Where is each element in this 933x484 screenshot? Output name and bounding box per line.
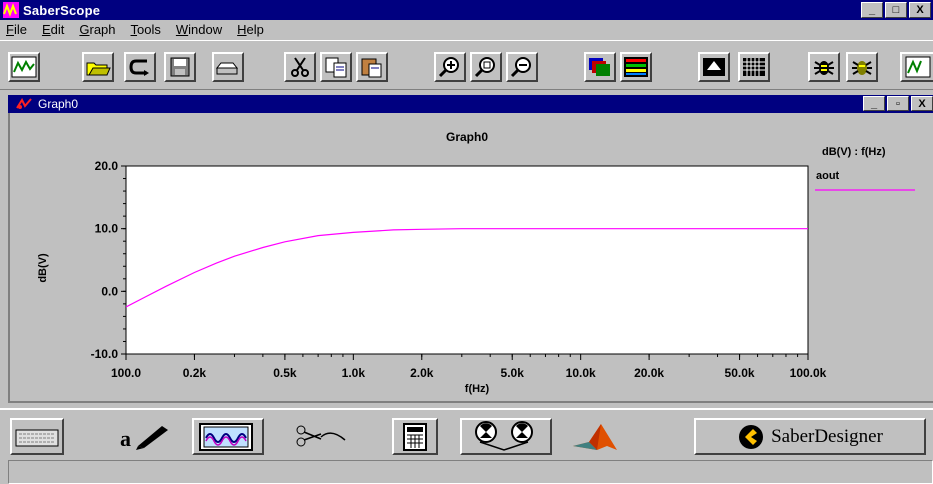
x-axis-label: f(Hz) xyxy=(465,383,490,395)
y-axis-label: dB(V) xyxy=(37,253,49,283)
paste-icon xyxy=(361,58,382,78)
print-icon xyxy=(215,62,239,75)
x-tick-label: 0.2k xyxy=(183,366,207,380)
text-pen-button[interactable]: a xyxy=(108,418,184,455)
reload-button[interactable] xyxy=(124,52,156,82)
reload-icon xyxy=(129,59,149,76)
graph-window-icon xyxy=(16,97,32,110)
calculator-icon xyxy=(403,422,427,451)
bug-icon xyxy=(814,61,834,75)
x-tick-label: 2.0k xyxy=(410,366,434,380)
graph-window: Graph0 20.0 10.0 0.0 -10.0 100.0 0.2k 0.5k 1.0k 2… xyxy=(8,113,933,403)
calculator-button[interactable] xyxy=(392,418,438,455)
graph-window-titlebar: Graph0 _ ▫ X xyxy=(8,95,933,113)
zoom-in-icon xyxy=(438,57,459,78)
legend-header: dB(V) : f(Hz) xyxy=(822,146,886,158)
cut-button[interactable] xyxy=(284,52,316,82)
close-button[interactable]: X xyxy=(909,2,931,18)
color-layers-icon xyxy=(589,58,610,76)
waveform-button[interactable] xyxy=(8,52,40,82)
legend-entry-label: aout xyxy=(816,170,840,182)
scissors-button[interactable] xyxy=(286,418,356,455)
bottom-toolbar: a SaberDesigner xyxy=(0,408,933,456)
open-button[interactable] xyxy=(82,52,114,82)
minimize-button[interactable]: _ xyxy=(861,2,883,18)
reels-icon xyxy=(475,420,533,451)
maximize-button[interactable]: □ xyxy=(885,2,907,18)
saberdesigner-logo-icon xyxy=(739,424,764,449)
copy-icon xyxy=(325,57,347,78)
x-tick-label: 20.0k xyxy=(634,366,664,380)
matlab-icon xyxy=(573,423,617,450)
menu-file[interactable]: File xyxy=(6,22,27,37)
paste-button[interactable] xyxy=(356,52,388,82)
plot-area xyxy=(125,165,809,355)
save-button[interactable] xyxy=(164,52,196,82)
graph-close-button[interactable]: X xyxy=(911,96,933,111)
menu-graph[interactable]: Graph xyxy=(79,22,115,37)
app-title: SaberScope xyxy=(23,2,101,18)
menu-window[interactable]: Window xyxy=(176,22,222,37)
scope-button[interactable] xyxy=(192,418,264,455)
signal-icon xyxy=(905,56,930,78)
scope-icon xyxy=(199,422,253,451)
app-titlebar: SaberScope _ □ X xyxy=(0,0,933,20)
y-tick-label: 20.0 xyxy=(95,159,119,173)
x-tick-label: 50.0k xyxy=(725,366,755,380)
x-tick-label: 0.5k xyxy=(273,366,297,380)
scissors-icon xyxy=(296,425,346,446)
x-tick-label: 1.0k xyxy=(342,366,366,380)
bode-plot[interactable]: Graph0 20.0 10.0 0.0 -10.0 100.0 0.2k 0.5k 1.0k 2… xyxy=(10,113,933,401)
grid-button[interactable] xyxy=(738,52,770,82)
cut-icon xyxy=(291,57,309,77)
bug-alt-button[interactable] xyxy=(846,52,878,82)
text-pen-icon: a xyxy=(120,425,168,451)
zoom-fit-button[interactable] xyxy=(470,52,502,82)
saberdesigner-button[interactable]: SaberDesigner xyxy=(694,418,926,455)
grid-icon xyxy=(743,58,765,76)
saberscope-app-icon xyxy=(3,2,19,18)
graph-restore-button[interactable]: ▫ xyxy=(887,96,909,111)
bug-button[interactable] xyxy=(808,52,840,82)
fill-icon xyxy=(703,58,725,76)
chart-title: Graph0 xyxy=(446,130,488,144)
fill-button[interactable] xyxy=(698,52,730,82)
menubar: File Edit Graph Tools Window Help xyxy=(0,20,933,39)
y-tick-label: 10.0 xyxy=(95,222,119,236)
print-button[interactable] xyxy=(212,52,244,82)
stacked-colors-button[interactable] xyxy=(620,52,652,82)
menu-help[interactable]: Help xyxy=(237,22,264,37)
copy-button[interactable] xyxy=(320,52,352,82)
zoom-out-button[interactable] xyxy=(506,52,538,82)
signal-button[interactable] xyxy=(900,52,933,82)
color-layers-button[interactable] xyxy=(584,52,616,82)
matlab-button[interactable] xyxy=(560,418,640,455)
zoom-out-icon xyxy=(510,57,531,78)
status-bar xyxy=(8,460,933,484)
zoom-in-button[interactable] xyxy=(434,52,466,82)
graph-minimize-button[interactable]: _ xyxy=(863,96,885,111)
saberdesigner-label: SaberDesigner xyxy=(771,425,883,447)
graph-window-title: Graph0 xyxy=(38,97,79,111)
x-tick-label: 100.0 xyxy=(111,366,141,380)
open-folder-icon xyxy=(86,62,111,76)
bug-alt-icon xyxy=(852,61,872,75)
keyboard-icon xyxy=(15,429,59,446)
menu-tools[interactable]: Tools xyxy=(131,22,161,37)
x-tick-label: 10.0k xyxy=(566,366,596,380)
waveform-icon xyxy=(11,56,37,78)
keyboard-button[interactable] xyxy=(10,418,64,455)
reels-button[interactable] xyxy=(460,418,552,455)
x-tick-label: 5.0k xyxy=(501,366,525,380)
menu-edit[interactable]: Edit xyxy=(42,22,64,37)
toolbar xyxy=(0,40,933,90)
zoom-fit-icon xyxy=(474,57,495,78)
save-icon xyxy=(170,57,190,77)
y-tick-label: 0.0 xyxy=(101,284,118,298)
y-tick-label: -10.0 xyxy=(91,347,119,361)
stacked-colors-icon xyxy=(624,57,648,77)
x-tick-label: 100.0k xyxy=(790,366,827,380)
svg-text:a: a xyxy=(120,426,131,451)
